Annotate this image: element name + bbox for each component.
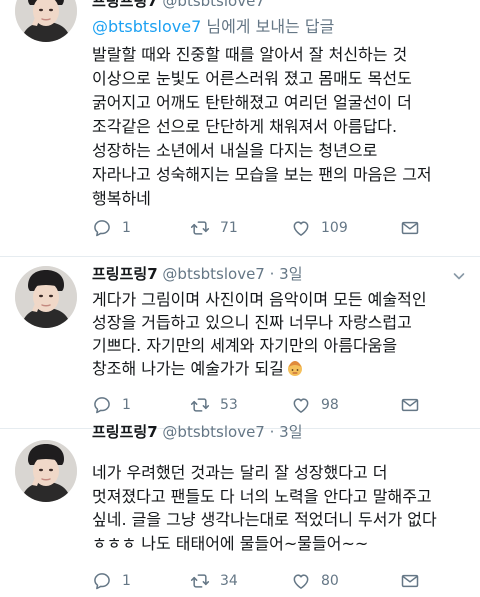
tweet-text-line: 발랄할 때와 진중할 때를 알아서 잘 처신하는 것 — [92, 45, 408, 64]
tweet-text: 게다가 그림이며 사진이며 음악이며 모든 예술적인 성장을 거듭하고 있으니 … — [92, 288, 464, 380]
tweet[interactable]: 프링프링7 @btsbtslove7 · 3일 게다가 그림이며 사진이며 음악… — [0, 257, 480, 420]
retweet-count: 71 — [220, 220, 238, 236]
handle[interactable]: @btsbtslove7 — [162, 423, 264, 441]
reply-icon — [92, 571, 112, 591]
like-count: 98 — [321, 397, 339, 413]
retweet-count: 53 — [220, 397, 238, 413]
direct-message-button[interactable] — [400, 394, 420, 416]
like-button[interactable]: 98 — [291, 394, 339, 416]
like-count: 109 — [321, 220, 348, 236]
envelope-icon — [400, 395, 420, 415]
avatar[interactable] — [15, 440, 77, 502]
tweet-text-line: 네가 우려했던 것과는 달리 잘 성장했다고 더 — [92, 463, 388, 482]
tweet-text-line: 자라나고 성숙해지는 모습을 보는 팬의 마음은 그저 — [92, 165, 432, 184]
reply-icon — [92, 395, 112, 415]
display-name[interactable]: 프링프링7 — [92, 265, 158, 283]
like-count: 80 — [321, 573, 339, 589]
tweet-header: 프링프링7 @btsbtslove7 · 3일 — [92, 263, 303, 284]
reply-count: 1 — [122, 573, 131, 589]
tweet[interactable]: 프링프링7 @btsbtslove7 · 3일 네가 우려했던 것과는 달리 잘… — [0, 423, 480, 597]
reply-button[interactable]: 1 — [92, 394, 131, 416]
chevron-down-icon[interactable] — [452, 269, 466, 283]
reply-count: 1 — [122, 220, 131, 236]
tweet-header: 프링프링7 @btsbtslove7 · 3일 — [92, 421, 303, 442]
tweet-text: 발랄할 때와 진중할 때를 알아서 잘 처신하는 것 이상으로 눈빛도 어른스러… — [92, 43, 464, 211]
tweet[interactable]: 프링프링7 @btsbtslove7 @btsbtslove7 님에게 보내는 … — [0, 0, 480, 258]
tweet-actions: 1 53 98 — [92, 394, 452, 416]
tweet-text-fragment: 창조해 나가는 예술가가 되길 — [92, 359, 284, 378]
tweet-text-line: 멋져졌다고 팬들도 다 너의 노력을 안다고 말해주고 — [92, 486, 432, 506]
retweet-button[interactable]: 53 — [190, 394, 238, 416]
reply-count: 1 — [122, 397, 131, 413]
tweet-text: 네가 우려했던 것과는 달리 잘 성장했다고 더 멋져졌다고 팬들도 다 너의 … — [92, 461, 464, 555]
tweet-text-line: 창조해 나가는 예술가가 되길 — [92, 357, 464, 380]
reply-context: @btsbtslove7 님에게 보내는 답글 — [92, 13, 334, 37]
tweet-header: 프링프링7 @btsbtslove7 — [92, 0, 265, 11]
retweet-button[interactable]: 71 — [190, 217, 238, 239]
reply-button[interactable]: 1 — [92, 217, 131, 239]
reply-button[interactable]: 1 — [92, 570, 131, 592]
envelope-icon — [400, 571, 420, 591]
retweet-icon — [190, 571, 210, 591]
heart-icon — [291, 218, 311, 238]
tweet-text-line: 행복하네 — [92, 189, 151, 208]
like-button[interactable]: 80 — [291, 570, 339, 592]
tweet-text-line: 싶네. 글을 그냥 생각나는대로 적었더니 두서가 없다 — [92, 510, 437, 529]
timestamp[interactable]: · 3일 — [270, 265, 303, 283]
retweet-icon — [190, 395, 210, 415]
like-button[interactable]: 109 — [291, 217, 348, 239]
reply-mention-link[interactable]: @btsbtslove7 — [92, 17, 201, 36]
retweet-icon — [190, 218, 210, 238]
heart-icon — [291, 571, 311, 591]
direct-message-button[interactable] — [400, 217, 420, 239]
face-emoji-icon — [287, 361, 302, 376]
envelope-icon — [400, 218, 420, 238]
tweet-text-line: 조각같은 선으로 단단하게 채워져서 아름답다. — [92, 117, 398, 136]
tweet-text-line: 게다가 그림이며 사진이며 음악이며 모든 예술적인 — [92, 290, 427, 309]
timestamp[interactable]: · 3일 — [270, 423, 303, 441]
reply-icon — [92, 218, 112, 238]
display-name[interactable]: 프링프링7 — [92, 0, 158, 10]
retweet-count: 34 — [220, 573, 238, 589]
tweet-actions: 1 71 109 — [92, 217, 452, 239]
tweet-text-line: 기쁘다. 자기만의 세계와 자기만의 아름다움을 — [92, 336, 398, 355]
retweet-button[interactable]: 34 — [190, 570, 238, 592]
tweet-text-line: 성장을 거듭하고 있으니 진짜 너무나 자랑스럽고 — [92, 313, 412, 332]
handle[interactable]: @btsbtslove7 — [162, 265, 264, 283]
heart-icon — [291, 395, 311, 415]
tweet-text-line: 성장하는 소년에서 내실을 다지는 청년으로 — [92, 141, 378, 160]
tweet-actions: 1 34 80 — [92, 570, 452, 592]
tweet-text-line: 이상으로 눈빛도 어른스러워 졌고 몸매도 목선도 — [92, 69, 412, 88]
avatar[interactable] — [15, 0, 77, 42]
tweet-text-line: 굵어지고 어깨도 탄탄해졌고 여리던 얼굴선이 더 — [92, 93, 412, 112]
direct-message-button[interactable] — [400, 570, 420, 592]
handle[interactable]: @btsbtslove7 — [162, 0, 264, 10]
avatar[interactable] — [15, 266, 77, 328]
reply-context-label: 님에게 보내는 답글 — [201, 17, 335, 36]
display-name[interactable]: 프링프링7 — [92, 423, 158, 441]
tweet-text-line: ㅎㅎㅎ 나도 태태어에 물들어~물들어~~ — [92, 533, 369, 553]
